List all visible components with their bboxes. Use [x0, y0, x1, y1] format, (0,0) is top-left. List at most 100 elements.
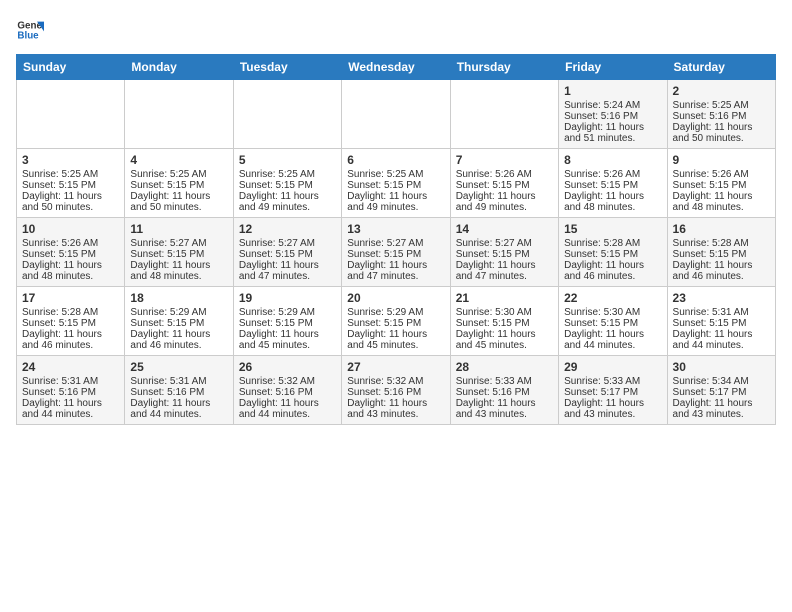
logo: General Blue: [16, 16, 52, 44]
sunset-text: Sunset: 5:16 PM: [22, 387, 119, 398]
calendar-cell: 23Sunrise: 5:31 AMSunset: 5:15 PMDayligh…: [667, 287, 775, 356]
calendar-cell: 13Sunrise: 5:27 AMSunset: 5:15 PMDayligh…: [342, 218, 450, 287]
calendar-cell: 21Sunrise: 5:30 AMSunset: 5:15 PMDayligh…: [450, 287, 558, 356]
day-number: 4: [130, 153, 227, 167]
day-of-week-header: Sunday: [17, 55, 125, 80]
day-number: 11: [130, 222, 227, 236]
calendar-cell: [233, 80, 341, 149]
day-number: 10: [22, 222, 119, 236]
sunset-text: Sunset: 5:15 PM: [347, 318, 444, 329]
calendar-cell: 4Sunrise: 5:25 AMSunset: 5:15 PMDaylight…: [125, 149, 233, 218]
sunset-text: Sunset: 5:16 PM: [239, 387, 336, 398]
daylight-text: Daylight: 11 hours and 50 minutes.: [673, 122, 770, 144]
sunrise-text: Sunrise: 5:28 AM: [673, 238, 770, 249]
sunrise-text: Sunrise: 5:27 AM: [239, 238, 336, 249]
daylight-text: Daylight: 11 hours and 48 minutes.: [564, 191, 661, 213]
calendar-cell: 2Sunrise: 5:25 AMSunset: 5:16 PMDaylight…: [667, 80, 775, 149]
calendar-cell: 7Sunrise: 5:26 AMSunset: 5:15 PMDaylight…: [450, 149, 558, 218]
sunrise-text: Sunrise: 5:27 AM: [456, 238, 553, 249]
day-of-week-header: Monday: [125, 55, 233, 80]
daylight-text: Daylight: 11 hours and 43 minutes.: [673, 398, 770, 420]
calendar-week-row: 1Sunrise: 5:24 AMSunset: 5:16 PMDaylight…: [17, 80, 776, 149]
daylight-text: Daylight: 11 hours and 50 minutes.: [130, 191, 227, 213]
daylight-text: Daylight: 11 hours and 47 minutes.: [239, 260, 336, 282]
day-of-week-header: Saturday: [667, 55, 775, 80]
sunrise-text: Sunrise: 5:27 AM: [347, 238, 444, 249]
calendar-week-row: 3Sunrise: 5:25 AMSunset: 5:15 PMDaylight…: [17, 149, 776, 218]
day-number: 3: [22, 153, 119, 167]
daylight-text: Daylight: 11 hours and 44 minutes.: [130, 398, 227, 420]
sunrise-text: Sunrise: 5:25 AM: [673, 100, 770, 111]
calendar-cell: 19Sunrise: 5:29 AMSunset: 5:15 PMDayligh…: [233, 287, 341, 356]
sunset-text: Sunset: 5:15 PM: [130, 249, 227, 260]
day-number: 26: [239, 360, 336, 374]
calendar-cell: 3Sunrise: 5:25 AMSunset: 5:15 PMDaylight…: [17, 149, 125, 218]
sunrise-text: Sunrise: 5:30 AM: [456, 307, 553, 318]
day-number: 19: [239, 291, 336, 305]
calendar-cell: 17Sunrise: 5:28 AMSunset: 5:15 PMDayligh…: [17, 287, 125, 356]
daylight-text: Daylight: 11 hours and 48 minutes.: [22, 260, 119, 282]
day-number: 28: [456, 360, 553, 374]
sunrise-text: Sunrise: 5:29 AM: [130, 307, 227, 318]
sunrise-text: Sunrise: 5:32 AM: [239, 376, 336, 387]
day-number: 7: [456, 153, 553, 167]
calendar-cell: 15Sunrise: 5:28 AMSunset: 5:15 PMDayligh…: [559, 218, 667, 287]
sunrise-text: Sunrise: 5:31 AM: [22, 376, 119, 387]
sunset-text: Sunset: 5:16 PM: [130, 387, 227, 398]
day-number: 16: [673, 222, 770, 236]
sunrise-text: Sunrise: 5:26 AM: [673, 169, 770, 180]
calendar-cell: 9Sunrise: 5:26 AMSunset: 5:15 PMDaylight…: [667, 149, 775, 218]
sunrise-text: Sunrise: 5:31 AM: [673, 307, 770, 318]
sunrise-text: Sunrise: 5:25 AM: [347, 169, 444, 180]
calendar-cell: 11Sunrise: 5:27 AMSunset: 5:15 PMDayligh…: [125, 218, 233, 287]
calendar-cell: 14Sunrise: 5:27 AMSunset: 5:15 PMDayligh…: [450, 218, 558, 287]
sunset-text: Sunset: 5:15 PM: [673, 318, 770, 329]
sunset-text: Sunset: 5:15 PM: [673, 180, 770, 191]
sunrise-text: Sunrise: 5:25 AM: [22, 169, 119, 180]
daylight-text: Daylight: 11 hours and 44 minutes.: [673, 329, 770, 351]
sunrise-text: Sunrise: 5:24 AM: [564, 100, 661, 111]
sunset-text: Sunset: 5:15 PM: [239, 318, 336, 329]
day-number: 30: [673, 360, 770, 374]
sunset-text: Sunset: 5:15 PM: [673, 249, 770, 260]
day-of-week-header: Tuesday: [233, 55, 341, 80]
sunrise-text: Sunrise: 5:31 AM: [130, 376, 227, 387]
sunrise-text: Sunrise: 5:32 AM: [347, 376, 444, 387]
daylight-text: Daylight: 11 hours and 44 minutes.: [239, 398, 336, 420]
sunrise-text: Sunrise: 5:26 AM: [22, 238, 119, 249]
sunset-text: Sunset: 5:15 PM: [130, 180, 227, 191]
daylight-text: Daylight: 11 hours and 45 minutes.: [239, 329, 336, 351]
calendar-cell: 1Sunrise: 5:24 AMSunset: 5:16 PMDaylight…: [559, 80, 667, 149]
calendar-week-row: 17Sunrise: 5:28 AMSunset: 5:15 PMDayligh…: [17, 287, 776, 356]
day-number: 12: [239, 222, 336, 236]
page-header: General Blue: [16, 16, 776, 44]
daylight-text: Daylight: 11 hours and 45 minutes.: [347, 329, 444, 351]
day-number: 24: [22, 360, 119, 374]
calendar-cell: 30Sunrise: 5:34 AMSunset: 5:17 PMDayligh…: [667, 356, 775, 425]
daylight-text: Daylight: 11 hours and 50 minutes.: [22, 191, 119, 213]
calendar-cell: [125, 80, 233, 149]
daylight-text: Daylight: 11 hours and 43 minutes.: [564, 398, 661, 420]
day-number: 21: [456, 291, 553, 305]
day-number: 8: [564, 153, 661, 167]
daylight-text: Daylight: 11 hours and 46 minutes.: [673, 260, 770, 282]
sunrise-text: Sunrise: 5:28 AM: [564, 238, 661, 249]
day-of-week-header: Thursday: [450, 55, 558, 80]
sunrise-text: Sunrise: 5:33 AM: [564, 376, 661, 387]
day-number: 29: [564, 360, 661, 374]
sunset-text: Sunset: 5:16 PM: [456, 387, 553, 398]
daylight-text: Daylight: 11 hours and 45 minutes.: [456, 329, 553, 351]
logo-icon: General Blue: [16, 16, 44, 44]
sunset-text: Sunset: 5:15 PM: [22, 249, 119, 260]
sunset-text: Sunset: 5:15 PM: [347, 249, 444, 260]
sunset-text: Sunset: 5:15 PM: [22, 318, 119, 329]
calendar-cell: 26 Sunrise: 5:32 AMSunset: 5:16 PMDayligh…: [233, 356, 341, 425]
sunset-text: Sunset: 5:15 PM: [564, 180, 661, 191]
sunrise-text: Sunrise: 5:26 AM: [564, 169, 661, 180]
calendar-cell: 5Sunrise: 5:25 AMSunset: 5:15 PMDaylight…: [233, 149, 341, 218]
sunset-text: Sunset: 5:16 PM: [673, 111, 770, 122]
calendar-cell: 27Sunrise: 5:32 AMSunset: 5:16 PMDayligh…: [342, 356, 450, 425]
day-number: 5: [239, 153, 336, 167]
sunrise-text: Sunrise: 5:27 AM: [130, 238, 227, 249]
sunset-text: Sunset: 5:16 PM: [564, 111, 661, 122]
